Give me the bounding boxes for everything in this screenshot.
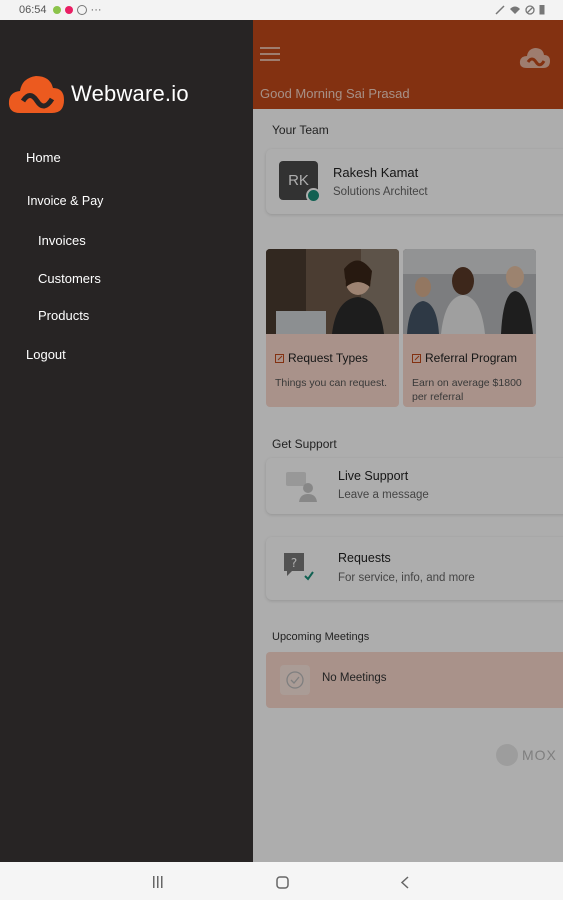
- brand-name: Webware.io: [71, 81, 189, 106]
- system-nav-bar: [0, 862, 563, 900]
- status-time: 06:54: [19, 4, 47, 16]
- wifi-icon: [510, 6, 520, 14]
- nav-item-logout[interactable]: Logout: [26, 347, 66, 362]
- battery-icon: [539, 5, 545, 15]
- status-bar: 06:54 ···: [0, 0, 563, 20]
- signal-icon: [495, 4, 505, 15]
- nav-item-customers[interactable]: Customers: [38, 271, 101, 286]
- dnd-icon: [525, 4, 535, 15]
- webware-logo-icon: [8, 76, 64, 113]
- nav-item-products[interactable]: Products: [38, 308, 89, 323]
- nav-item-invoices[interactable]: Invoices: [38, 233, 86, 248]
- recent-apps-icon[interactable]: [152, 876, 164, 888]
- nav-item-invoice-pay[interactable]: Invoice & Pay: [27, 194, 103, 208]
- more-notifications: ···: [90, 4, 102, 16]
- status-system-icons: [495, 4, 545, 15]
- alarm-icon: [76, 5, 87, 15]
- navigation-drawer: Webware.io Home Invoice & Pay Invoices C…: [0, 20, 253, 862]
- app-notification-icon: [64, 6, 73, 14]
- brand-logo: Webware.io: [8, 74, 189, 114]
- nav-item-home[interactable]: Home: [26, 150, 61, 165]
- status-notification-icons: ···: [52, 4, 102, 16]
- android-icon: [52, 6, 61, 14]
- home-icon[interactable]: [276, 876, 289, 889]
- back-icon[interactable]: [400, 876, 410, 889]
